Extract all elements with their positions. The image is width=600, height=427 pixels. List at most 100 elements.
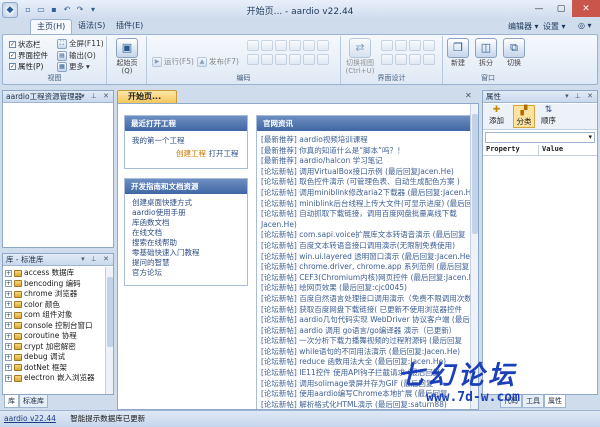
expand-icon[interactable]: + xyxy=(5,332,12,340)
news-item[interactable]: [论坛新帖] win.ui.layered 透明窗口演示 (最后回复:Jacen… xyxy=(261,252,470,263)
panel-pin-close-icon[interactable]: ▾ ⊥ ✕ xyxy=(81,91,111,102)
same-height-icon[interactable] xyxy=(395,54,407,65)
guide-link[interactable]: 官方论坛 xyxy=(132,268,240,278)
order-button[interactable]: ⇅ 顺序 xyxy=(541,105,556,126)
new-window-button[interactable]: ❐ 新建 xyxy=(443,38,473,67)
properties-checkbox[interactable]: ✓ 属性(P) xyxy=(9,61,43,72)
dropdown-arrow-icon[interactable]: ▾ xyxy=(87,4,99,16)
library-item[interactable]: + access 数据库 xyxy=(3,268,105,279)
panel-pin-close-icon[interactable]: ▾ ⊥ ✕ xyxy=(81,254,111,265)
format-icon[interactable] xyxy=(317,40,329,51)
toggle-view-button[interactable]: ⇄ 切换视图 (Ctrl+U) xyxy=(343,38,377,75)
value-column-header[interactable]: Value xyxy=(539,145,563,155)
expand-icon[interactable]: + xyxy=(5,343,12,351)
expand-icon[interactable]: + xyxy=(5,280,12,288)
indent-icon[interactable] xyxy=(247,54,259,65)
news-item[interactable]: [最新推荐] 你真的知道什么是“脚本”吗？！ xyxy=(261,146,466,157)
comment-icon[interactable] xyxy=(275,54,287,65)
guide-link[interactable]: 库函数文档 xyxy=(132,218,240,228)
news-item[interactable]: [论坛新帖] CEF3(Chromium内核)网页控件 (最后回复:Jacen.… xyxy=(261,273,470,284)
guide-link[interactable]: 搜索在线帮助 xyxy=(132,238,240,248)
tab-home[interactable]: 主页(H) xyxy=(30,19,73,34)
tab-std-lib[interactable]: 标准库 xyxy=(19,395,48,408)
statusbar-checkbox[interactable]: ✓ 状态栏 xyxy=(9,39,41,50)
save-icon[interactable]: ▪ xyxy=(48,4,60,16)
close-icon[interactable]: ✕ xyxy=(572,0,600,17)
add-button[interactable]: ✚ 添加 xyxy=(489,105,504,126)
category-button[interactable]: ▞ 分类 xyxy=(513,105,535,128)
library-item[interactable]: + chrome 浏览器 xyxy=(3,289,105,300)
switch-button[interactable]: ⧉ 切换 xyxy=(499,38,529,67)
publish-button[interactable]: ▲ 发布(F7) xyxy=(197,56,239,67)
app-logo-icon[interactable]: ◆ xyxy=(2,1,18,18)
align-left-icon[interactable] xyxy=(381,40,393,51)
news-item[interactable]: Jacen.He) xyxy=(261,220,466,231)
guide-link[interactable]: 创建桌面快捷方式 xyxy=(132,198,240,208)
news-item[interactable]: [论坛新帖] 百度文本转语音接口调用演示(无限制免费使用) xyxy=(261,241,466,252)
news-item[interactable]: [论坛新帖] 百度自然语言处理接口调用演示（免费不限调用次数 xyxy=(261,294,470,305)
guide-link[interactable]: 在线文档 xyxy=(132,228,240,238)
same-width-icon[interactable] xyxy=(381,54,393,65)
open-folder-icon[interactable]: ▭ xyxy=(35,4,47,16)
news-item[interactable]: [论坛新帖] miniblink后台线程上传大文件(可显示进度) (最后回复 xyxy=(261,199,470,210)
run-button[interactable]: ▶ 运行(F5) xyxy=(152,56,194,67)
guide-link[interactable]: 零基础快速入门教程 xyxy=(132,248,240,258)
library-item[interactable]: + debug 调试 xyxy=(3,352,105,363)
ui-controls-checkbox[interactable]: ✓ 界面控件 xyxy=(9,50,48,61)
new-file-icon[interactable]: ▫ xyxy=(22,4,34,16)
output-button[interactable]: ▤ 输出(O) xyxy=(57,50,96,61)
bookmark-icon[interactable] xyxy=(303,54,315,65)
news-item[interactable]: [论坛新帖] while语句的不同用法演示 (最后回复:Jacen.He) xyxy=(261,347,466,358)
library-item[interactable]: + crypt 加密解密 xyxy=(3,342,105,353)
help-icon[interactable]: ◎ ▾ xyxy=(578,21,592,30)
split-button[interactable]: ◫ 拆分 xyxy=(471,38,501,67)
news-item[interactable]: [论坛新帖] 取色控件演示 (可管理色表、自动生成配色方案 ) xyxy=(261,177,466,188)
news-item[interactable]: [论坛新帖] com.sapi.voice扩展库文本转语音演示 (最后回复 xyxy=(261,230,466,241)
expand-icon[interactable]: + xyxy=(5,322,12,330)
expand-icon[interactable]: + xyxy=(5,374,12,382)
cut-icon[interactable] xyxy=(247,40,259,51)
news-item[interactable]: [论坛新帖] 调用VirtualBox接口示例 (最后回复Jacen.He) xyxy=(261,167,466,178)
goto-icon[interactable] xyxy=(317,54,329,65)
minimize-icon[interactable]: — xyxy=(528,0,550,17)
library-item[interactable]: + bencoding 编码 xyxy=(3,279,105,290)
paste-icon[interactable] xyxy=(275,40,287,51)
align-right-icon[interactable] xyxy=(409,40,421,51)
expand-icon[interactable]: + xyxy=(5,269,12,277)
create-project-link[interactable]: 创建工程 xyxy=(176,149,206,158)
start-page-button[interactable]: ▣ 起始页(Q) xyxy=(112,38,142,75)
library-item[interactable]: + color 颜色 xyxy=(3,300,105,311)
editor-menu[interactable]: 编辑器 ▾ xyxy=(508,21,539,32)
open-project-link[interactable]: 打开工程 xyxy=(209,149,239,158)
expand-icon[interactable]: + xyxy=(5,353,12,361)
scroll-thumb[interactable] xyxy=(472,114,478,234)
library-item[interactable]: + coroutine 协程 xyxy=(3,331,105,342)
align-center-icon[interactable] xyxy=(395,40,407,51)
panel-pin-close-icon[interactable]: ▾ ⊥ ✕ xyxy=(565,91,595,102)
library-item[interactable]: + com 组件对象 xyxy=(3,310,105,321)
version-link[interactable]: aardio v22.44 xyxy=(4,414,56,423)
news-item[interactable]: [论坛新帖] chrome.driver, chrome.app 系列范例 (最… xyxy=(261,262,469,273)
expand-icon[interactable]: + xyxy=(5,311,12,319)
recent-project-link[interactable]: 我的第一个工程 xyxy=(132,136,240,146)
library-item[interactable]: + console 控制台窗口 xyxy=(3,321,105,332)
news-item[interactable]: [最新推荐] aardio视频培训课程 xyxy=(261,135,466,146)
tab-syntax[interactable]: 语法(S) xyxy=(72,19,111,34)
expand-icon[interactable]: + xyxy=(5,364,12,372)
maximize-icon[interactable]: ▢ xyxy=(550,0,572,17)
find-icon[interactable] xyxy=(289,40,301,51)
guide-link[interactable]: aardio使用手册 xyxy=(132,208,240,218)
news-item[interactable]: [论坛新帖] 绘网页效果 (最后回复:cjc0045) xyxy=(261,283,466,294)
property-column-header[interactable]: Property xyxy=(483,145,539,155)
expand-icon[interactable]: + xyxy=(5,290,12,298)
uncomment-icon[interactable] xyxy=(289,54,301,65)
grid-icon[interactable] xyxy=(423,54,435,65)
library-item[interactable]: + electron 嵌入浏览器 xyxy=(3,373,105,384)
doc-close-icon[interactable]: ✕ xyxy=(465,91,472,100)
more-button[interactable]: ▦ 更多 ▾ xyxy=(57,61,90,72)
tab-lib[interactable]: 库 xyxy=(4,395,19,408)
outdent-icon[interactable] xyxy=(261,54,273,65)
scroll-thumb[interactable] xyxy=(107,277,113,347)
expand-icon[interactable]: + xyxy=(5,301,12,309)
doc-tab-start-page[interactable]: 开始页... xyxy=(117,90,177,103)
